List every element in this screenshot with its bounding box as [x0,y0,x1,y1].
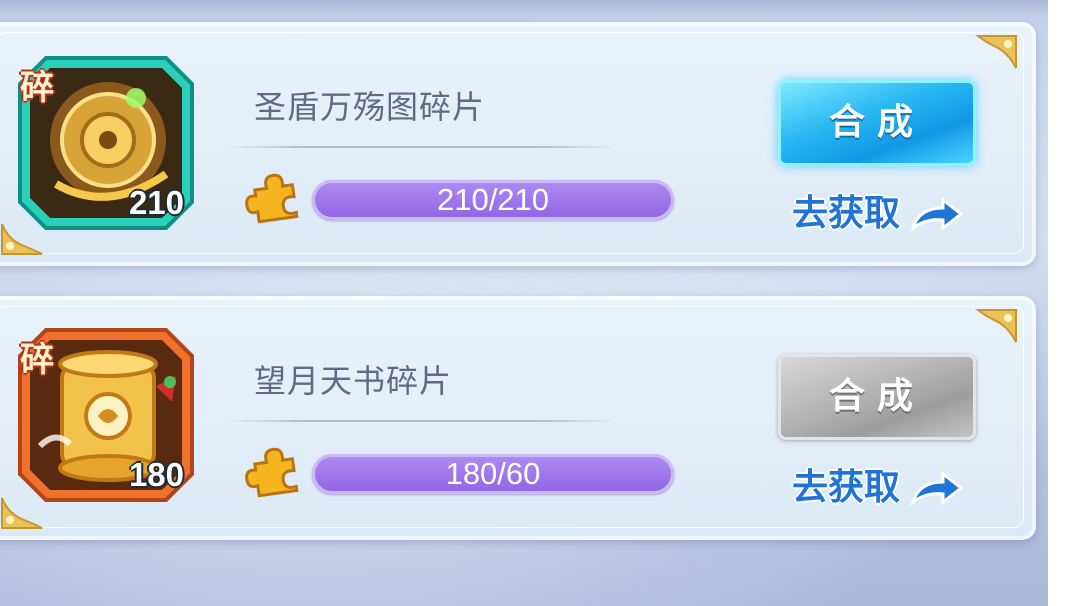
get-source-label: 去获取 [792,193,901,234]
item-icon[interactable]: 碎 180 [16,326,196,504]
item-icon[interactable]: 碎 210 [16,54,196,232]
get-source-link[interactable]: 去获取 [792,458,965,510]
fragment-badge: 碎 [20,340,54,380]
progress-text: 210/210 [436,182,550,217]
puzzle-piece-icon [245,173,299,224]
screen-edge [1048,0,1080,606]
puzzle-piece-icon [245,447,299,498]
fragment-badge: 碎 [20,68,54,108]
arrow-icon [909,198,964,232]
fragment-card: 碎 210 圣盾万殇图碎片 210/210 合成 去获取 [0,22,1036,266]
owned-count: 180 [128,456,184,493]
arrow-icon [909,472,964,506]
compose-button[interactable]: 合成 [778,354,976,440]
fragment-card: 碎 180 望月天书碎片 180/60 合成 去获取 [0,296,1036,540]
divider [226,146,616,148]
progress-text: 180/60 [445,456,541,491]
gold-corner-ornament-icon [974,309,1017,343]
get-source-label: 去获取 [792,467,901,508]
progress-bar: 180/60 [312,454,674,494]
owned-count: 210 [128,184,184,221]
get-source-link[interactable]: 去获取 [792,184,965,236]
gold-corner-ornament-icon [974,35,1017,69]
divider [226,420,616,422]
progress-bar: 210/210 [312,180,674,220]
compose-button[interactable]: 合成 [778,80,976,166]
item-name: 望月天书碎片 [254,362,453,400]
item-name: 圣盾万殇图碎片 [254,88,486,126]
top-panel-edge [0,0,1048,18]
